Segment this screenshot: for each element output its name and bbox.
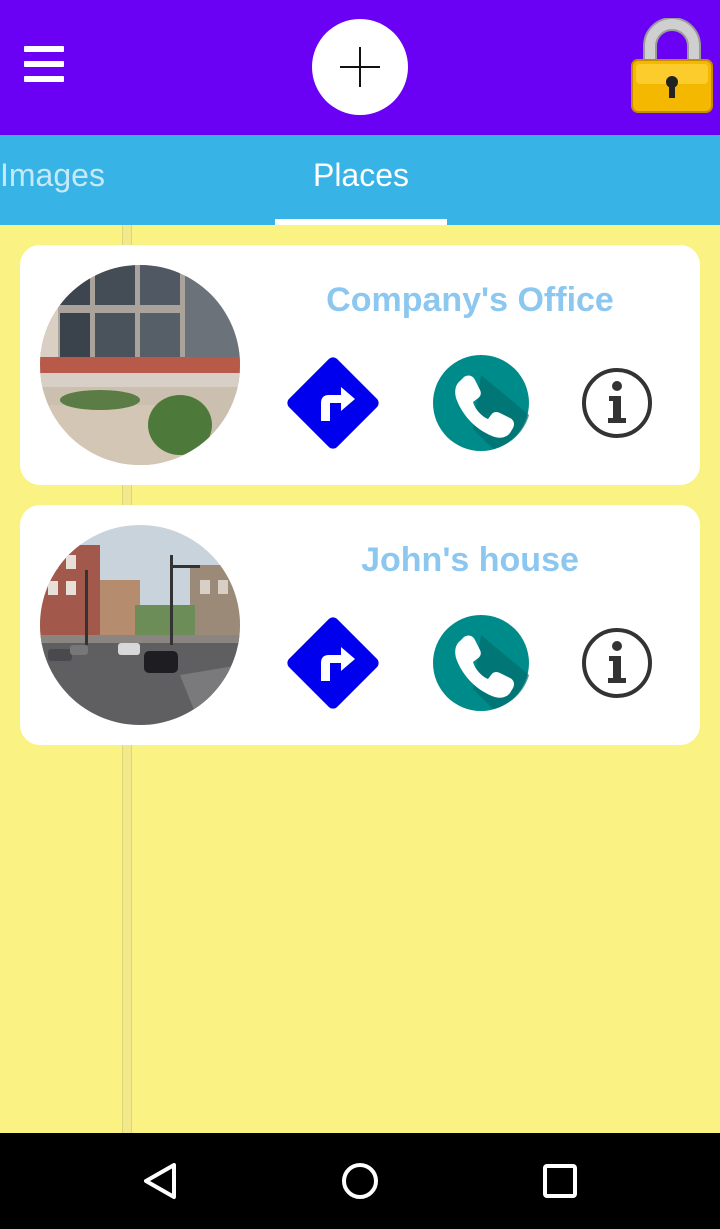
tab-images[interactable]: Images <box>0 135 140 225</box>
recents-icon[interactable] <box>536 1157 584 1205</box>
place-card[interactable]: John's house <box>20 505 700 745</box>
place-photo <box>40 265 240 465</box>
add-place-button[interactable] <box>312 19 408 115</box>
tab-bar: Images Places <box>0 135 720 225</box>
phone-icon[interactable] <box>433 355 529 451</box>
info-icon[interactable] <box>580 366 654 440</box>
back-icon[interactable] <box>136 1157 184 1205</box>
place-photo <box>40 525 240 725</box>
plus-icon-vertical <box>359 47 361 87</box>
place-name: Company's Office <box>326 281 614 319</box>
place-name: John's house <box>361 541 579 579</box>
directions-icon[interactable] <box>285 355 381 451</box>
system-navigation-bar <box>0 1133 720 1229</box>
directions-icon[interactable] <box>285 615 381 711</box>
top-app-bar <box>0 0 720 135</box>
phone-icon[interactable] <box>433 615 529 711</box>
tab-places[interactable]: Places <box>275 135 447 225</box>
info-icon[interactable] <box>580 626 654 700</box>
hamburger-menu-icon[interactable] <box>22 44 68 84</box>
place-card[interactable]: Company's Office <box>20 245 700 485</box>
home-icon[interactable] <box>336 1157 384 1205</box>
places-list: Company's Office John's house <box>0 225 720 1133</box>
padlock-icon[interactable] <box>630 17 714 114</box>
